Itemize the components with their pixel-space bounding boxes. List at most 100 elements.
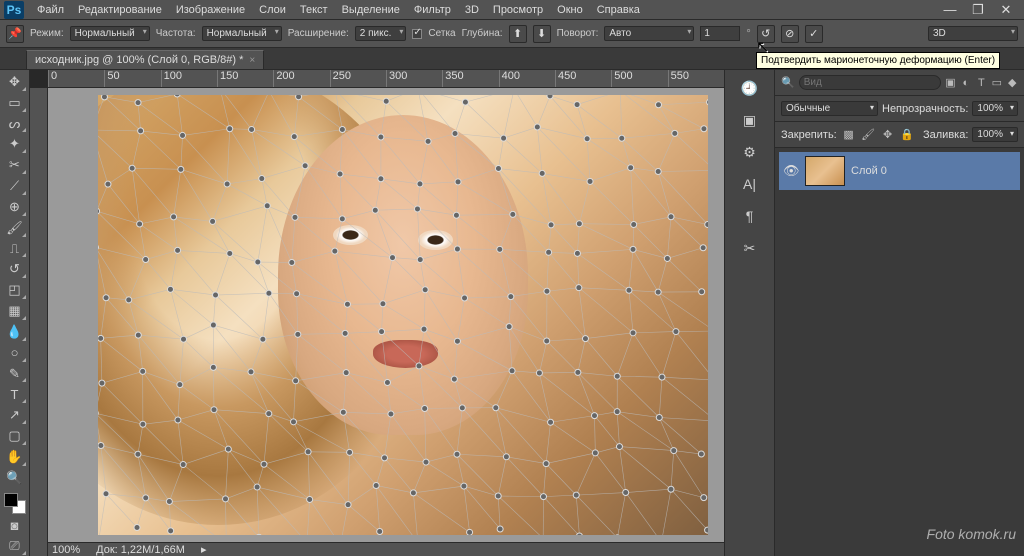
window-minimize[interactable]: — <box>936 2 964 18</box>
history-brush-tool[interactable]: ↺ <box>3 259 27 279</box>
layers-panel: 🔍 ▣ ◐ T ▭ ◆ Обычные Непрозрачность: 100%… <box>774 70 1024 556</box>
filter-adjust-icon[interactable]: ◐ <box>960 75 971 91</box>
history-panel-icon[interactable]: 🕘 <box>735 76 765 100</box>
paragraph-panel-icon[interactable]: ¶ <box>735 204 765 228</box>
fill-field[interactable]: 100% <box>972 127 1018 142</box>
eyedropper-tool[interactable]: ⟋ <box>3 176 27 196</box>
dodge-tool[interactable]: ○ <box>3 343 27 363</box>
expansion-dropdown[interactable]: 2 пикс. <box>355 26 407 41</box>
zoom-readout[interactable]: 100% <box>52 544 80 556</box>
layer-visibility-icon[interactable]: 👁 <box>783 163 799 179</box>
rotate-label: Поворот: <box>557 28 599 39</box>
layer-thumbnail[interactable] <box>805 156 845 186</box>
close-tab-icon[interactable]: × <box>249 55 255 66</box>
menu-text[interactable]: Текст <box>293 4 335 16</box>
lock-pixels-icon[interactable]: ▩ <box>841 127 857 143</box>
depth-label: Глубина: <box>462 28 503 39</box>
brushes-panel-icon[interactable]: ✂ <box>735 236 765 260</box>
opacity-field[interactable]: 100% <box>972 101 1018 116</box>
properties-panel-icon[interactable]: ⚙ <box>735 140 765 164</box>
lock-all-icon[interactable]: 🔒 <box>899 127 915 143</box>
doc-info[interactable]: Док: 1,22M/1,66M <box>96 544 185 556</box>
type-tool[interactable]: T <box>3 384 27 404</box>
workspace-3d-dropdown[interactable]: 3D <box>928 26 1018 41</box>
options-bar: 📌 Режим: Нормальный Частота: Нормальный … <box>0 20 1024 48</box>
cursor-icon: ↖ <box>756 37 769 57</box>
heal-tool[interactable]: ⊕ <box>3 197 27 217</box>
angle-field[interactable] <box>700 26 740 41</box>
filter-shape-icon[interactable]: ▭ <box>991 75 1002 91</box>
menu-3d[interactable]: 3D <box>458 4 486 16</box>
menu-select[interactable]: Выделение <box>335 4 407 16</box>
blend-mode-dropdown[interactable]: Обычные <box>781 101 878 116</box>
ruler-horizontal[interactable]: 050100150200250300350400450500550 <box>48 70 724 88</box>
depth-forward-icon[interactable]: ⬆ <box>509 25 527 43</box>
pin-icon[interactable]: 📌 <box>6 25 24 43</box>
filter-image-icon[interactable]: ▣ <box>945 75 956 91</box>
hand-tool[interactable]: ✋ <box>3 447 27 467</box>
quickmask-tool[interactable]: ◙ <box>3 515 27 535</box>
screenmode-tool[interactable]: ⎚ <box>3 536 27 556</box>
foreground-swatch[interactable] <box>4 493 18 507</box>
brush-tool[interactable]: 🖌 <box>3 218 27 238</box>
window-close[interactable]: ✕ <box>992 2 1020 18</box>
watermark: Foto komok.ru <box>927 526 1016 542</box>
path-tool[interactable]: ↗ <box>3 405 27 425</box>
move-tool[interactable]: ✥ <box>3 72 27 92</box>
pen-tool[interactable]: ✎ <box>3 364 27 384</box>
mode-dropdown[interactable]: Нормальный <box>70 26 150 41</box>
canvas-area: 050100150200250300350400450500550 100% Д… <box>30 70 724 556</box>
lock-brush-icon[interactable]: 🖌 <box>860 127 876 143</box>
density-dropdown[interactable]: Нормальный <box>202 26 282 41</box>
menu-edit[interactable]: Редактирование <box>71 4 169 16</box>
menu-bar: Ps Файл Редактирование Изображение Слои … <box>0 0 1024 20</box>
stamp-tool[interactable]: ⎍ <box>3 239 27 259</box>
layer-row[interactable]: 👁 Слой 0 <box>779 152 1020 190</box>
layer-name[interactable]: Слой 0 <box>851 165 887 177</box>
menu-filter[interactable]: Фильтр <box>407 4 458 16</box>
show-mesh-checkbox[interactable] <box>412 29 422 39</box>
character-panel-icon[interactable]: A| <box>735 172 765 196</box>
menu-layers[interactable]: Слои <box>252 4 293 16</box>
density-label: Частота: <box>156 28 196 39</box>
menu-image[interactable]: Изображение <box>169 4 252 16</box>
expansion-label: Расширение: <box>288 28 349 39</box>
zoom-tool[interactable]: 🔍 <box>3 468 27 488</box>
window-restore[interactable]: ❐ <box>964 2 992 18</box>
menu-view[interactable]: Просмотр <box>486 4 550 16</box>
depth-backward-icon[interactable]: ⬇ <box>533 25 551 43</box>
eraser-tool[interactable]: ◰ <box>3 280 27 300</box>
canvas[interactable] <box>98 95 708 535</box>
puppet-mesh[interactable] <box>98 95 708 535</box>
search-icon: 🔍 <box>781 76 795 89</box>
collapsed-dock: 🕘 ▣ ⚙ A| ¶ ✂ <box>724 70 774 556</box>
lock-position-icon[interactable]: ✥ <box>880 127 896 143</box>
menu-window[interactable]: Окно <box>550 4 590 16</box>
ruler-vertical[interactable] <box>30 88 48 556</box>
crop-tool[interactable]: ✂ <box>3 155 27 175</box>
filter-smart-icon[interactable]: ◆ <box>1007 75 1018 91</box>
lasso-tool[interactable]: ᔕ <box>3 114 27 134</box>
show-mesh-label: Сетка <box>428 28 455 39</box>
blur-tool[interactable]: 💧 <box>3 322 27 342</box>
document-tab[interactable]: исходник.jpg @ 100% (Слой 0, RGB/8#) * × <box>26 50 264 69</box>
color-swatches[interactable] <box>4 493 26 515</box>
menu-help[interactable]: Справка <box>590 4 647 16</box>
menu-file[interactable]: Файл <box>30 4 71 16</box>
lock-label: Закрепить: <box>781 129 837 141</box>
actions-panel-icon[interactable]: ▣ <box>735 108 765 132</box>
tool-palette: ✥ ▭ ᔕ ✦ ✂ ⟋ ⊕ 🖌 ⎍ ↺ ◰ ▦ 💧 ○ ✎ T ↗ ▢ ✋ 🔍 … <box>0 70 30 556</box>
filter-type-icon[interactable]: T <box>976 75 987 91</box>
mode-label: Режим: <box>30 28 64 39</box>
layer-search[interactable] <box>799 75 941 90</box>
gradient-tool[interactable]: ▦ <box>3 301 27 321</box>
shape-tool[interactable]: ▢ <box>3 426 27 446</box>
opacity-label: Непрозрачность: <box>882 103 968 115</box>
cancel-icon[interactable]: ⊘ <box>781 25 799 43</box>
marquee-tool[interactable]: ▭ <box>3 93 27 113</box>
rotate-dropdown[interactable]: Авто <box>604 26 694 41</box>
commit-icon[interactable]: ✓ <box>805 25 823 43</box>
wand-tool[interactable]: ✦ <box>3 134 27 154</box>
layer-list: 👁 Слой 0 <box>775 148 1024 556</box>
document-tab-title: исходник.jpg @ 100% (Слой 0, RGB/8#) * <box>35 54 243 66</box>
